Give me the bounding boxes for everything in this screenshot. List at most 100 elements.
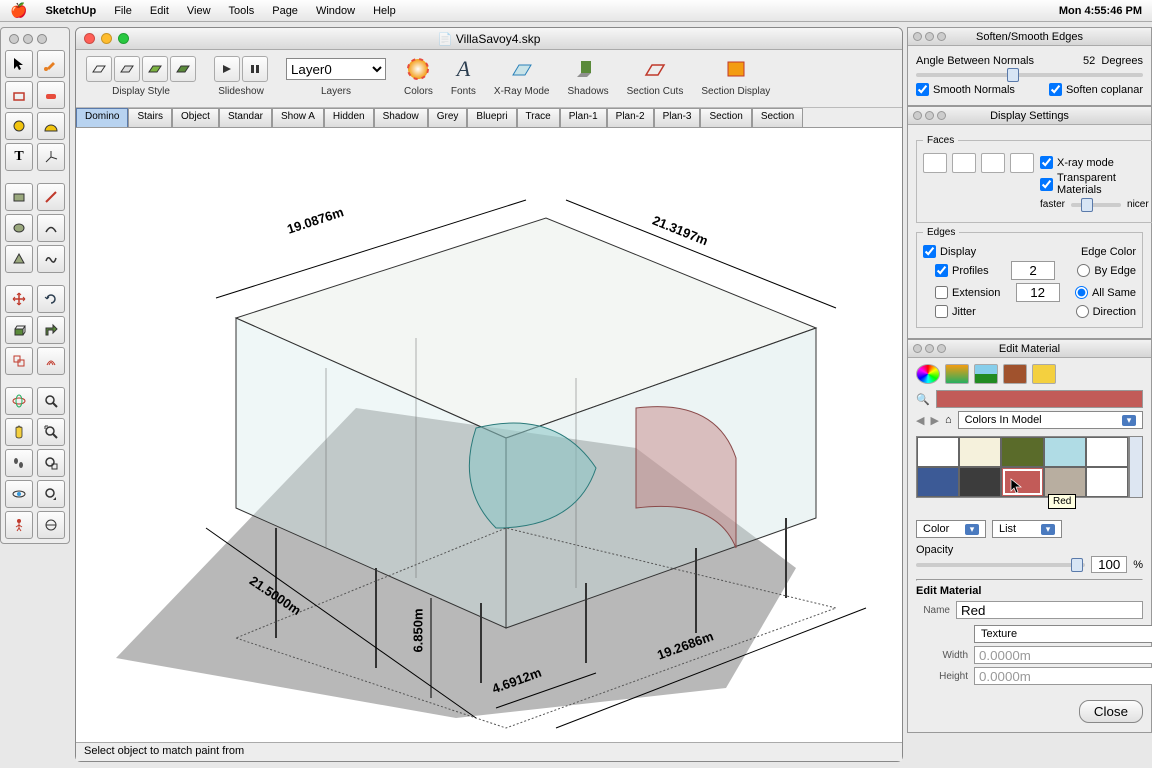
text-tool-icon[interactable]: T [5,143,33,171]
profiles-checkbox[interactable]: Profiles [935,264,989,277]
home-icon[interactable]: ⌂ [945,414,952,426]
style-hidden-icon[interactable] [114,56,140,82]
profiles-input[interactable] [1011,261,1055,280]
menu-page[interactable]: Page [272,5,298,17]
scene-tab-show-a[interactable]: Show A [272,108,324,127]
walk-tool-icon[interactable] [5,449,33,477]
close-button[interactable]: Close [1079,700,1143,723]
apple-menu-icon[interactable]: 🍎 [10,2,27,19]
xray-mode-icon[interactable] [509,57,535,81]
opacity-input[interactable] [1091,556,1127,573]
face-style-3-icon[interactable] [981,153,1005,173]
model-viewport[interactable]: 19.0876m 21.3197m 21.5000m 19.2686m 6.85… [76,128,902,743]
swatch-white[interactable] [917,437,959,467]
material-folder-icon[interactable] [1032,364,1056,384]
fonts-icon[interactable]: A [457,56,470,82]
previous-tool-icon[interactable] [37,480,65,508]
swatch-cream[interactable] [959,437,1001,467]
scene-tab-stairs[interactable]: Stairs [128,108,172,127]
xray-mode-checkbox[interactable]: X-ray mode [1040,156,1149,169]
scene-tab-section-1[interactable]: Section [700,108,751,127]
nav-fwd-icon[interactable]: ▶ [930,414,938,427]
arc-tool-icon[interactable] [37,214,65,242]
scene-tab-shadow[interactable]: Shadow [374,108,428,127]
swatch-red[interactable] [1001,467,1043,497]
current-color-preview[interactable] [936,390,1143,408]
select-tool-icon[interactable] [5,50,33,78]
soften-coplanar-checkbox[interactable]: Soften coplanar [1049,83,1143,96]
direction-radio[interactable]: Direction [1076,305,1136,318]
swatch-darkgrey[interactable] [959,467,1001,497]
all-same-radio[interactable]: All Same [1075,286,1136,299]
axes-tool-icon[interactable] [37,143,65,171]
orbit-tool-icon[interactable] [5,387,33,415]
scene-tab-plan-1[interactable]: Plan-1 [560,108,607,127]
menu-help[interactable]: Help [373,5,396,17]
swatch-scrollbar[interactable] [1129,436,1143,498]
swatch-blue[interactable] [917,467,959,497]
move-tool-icon[interactable] [5,285,33,313]
jitter-checkbox[interactable]: Jitter [935,305,976,318]
protractor-tool-icon[interactable] [37,112,65,140]
extension-checkbox[interactable]: Extension [935,286,1000,299]
offset-tool-icon[interactable] [37,347,65,375]
tape-tool-icon[interactable] [5,112,33,140]
scene-tab-hidden[interactable]: Hidden [324,108,374,127]
app-name[interactable]: SketchUp [45,5,96,17]
face-style-2-icon[interactable] [952,153,976,173]
position-camera-tool-icon[interactable] [5,511,33,539]
rectangle-tool-icon[interactable] [5,183,33,211]
menu-tools[interactable]: Tools [229,5,255,17]
swatch-empty2[interactable] [1086,467,1128,497]
section-cuts-icon[interactable] [642,57,668,81]
swatch-olive[interactable] [1001,437,1043,467]
swatch-empty1[interactable] [1086,437,1128,467]
display-edges-checkbox[interactable]: Display [923,245,976,258]
pan-tool-icon[interactable] [5,418,33,446]
shadows-icon[interactable] [575,57,601,81]
material-swatches-icon[interactable] [945,364,969,384]
window-titlebar[interactable]: 📄 VillaSavoy4.skp [76,28,902,50]
list-mode-select[interactable]: List▾ [992,520,1062,538]
scene-tab-grey[interactable]: Grey [428,108,468,127]
scene-tab-trace[interactable]: Trace [517,108,560,127]
style-shaded-icon[interactable] [142,56,168,82]
line-tool-icon[interactable] [37,183,65,211]
style-textured-icon[interactable] [170,56,196,82]
paint-tool-icon[interactable] [37,50,65,78]
scene-tab-standard[interactable]: Standar [219,108,272,127]
material-name-input[interactable] [956,601,1143,619]
rotate-tool-icon[interactable] [37,285,65,313]
menu-view[interactable]: View [187,5,211,17]
polygon-tool-icon[interactable] [5,245,33,273]
quality-slider[interactable] [1071,203,1121,207]
zoom-extents-tool-icon[interactable] [37,418,65,446]
menu-window[interactable]: Window [316,5,355,17]
swatch-beige[interactable] [1044,467,1086,497]
color-mode-select[interactable]: Color▾ [916,520,986,538]
look-tool-icon[interactable] [5,480,33,508]
pushpull-tool-icon[interactable] [5,316,33,344]
face-style-1-icon[interactable] [923,153,947,173]
face-style-4-icon[interactable] [1010,153,1034,173]
section-display-icon[interactable] [723,57,749,81]
play-icon[interactable] [214,56,240,82]
texture-height-input[interactable] [974,667,1152,685]
texture-width-input[interactable] [974,646,1152,664]
swatch-lightblue[interactable] [1044,437,1086,467]
by-edge-radio[interactable]: By Edge [1077,264,1136,277]
pause-icon[interactable] [242,56,268,82]
zoom-tool-icon[interactable] [37,387,65,415]
angle-slider[interactable] [916,73,1143,77]
followme-tool-icon[interactable] [37,316,65,344]
material-colorwheel-icon[interactable] [916,364,940,384]
eraser-tool-icon[interactable] [37,81,65,109]
extension-input[interactable] [1016,283,1060,302]
material-brick-icon[interactable] [1003,364,1027,384]
texture-select[interactable]: Texture▾ [974,625,1152,643]
component-tool-icon[interactable] [5,81,33,109]
colors-icon[interactable] [405,56,431,82]
scale-tool-icon[interactable] [5,347,33,375]
menu-file[interactable]: File [114,5,132,17]
scene-tab-plan-3[interactable]: Plan-3 [654,108,701,127]
